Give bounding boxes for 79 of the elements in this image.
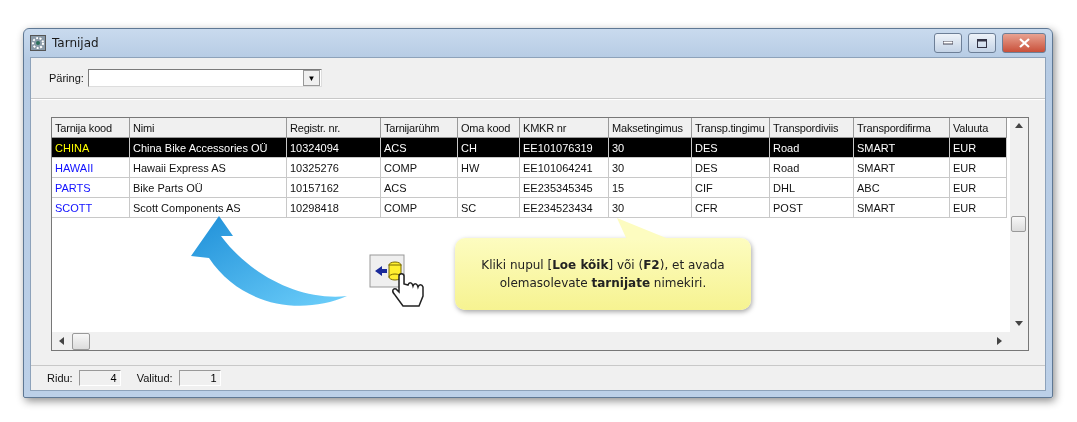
table-cell: 10325276 — [287, 158, 381, 178]
column-header[interactable]: Oma kood — [458, 118, 520, 138]
column-header[interactable]: Maksetingimus — [609, 118, 692, 138]
rows-count: 4 — [78, 370, 121, 386]
column-header[interactable]: Transpordiviis — [770, 118, 854, 138]
scroll-thumb[interactable] — [1011, 216, 1026, 232]
table-cell: Road — [770, 138, 854, 158]
selected-label: Valitud: — [136, 372, 173, 384]
table-cell: COMP — [381, 198, 458, 218]
column-header[interactable]: Nimi — [130, 118, 287, 138]
table-cell: EE234523434 — [520, 198, 609, 218]
table-cell: CIF — [692, 178, 770, 198]
column-header[interactable]: Registr. nr. — [287, 118, 381, 138]
table-cell: HW — [458, 158, 520, 178]
table-cell: CHINA — [52, 138, 130, 158]
hint-text: Kliki nupul [Loe kõik] või (F2), et avada olemasolevate tarnijate nimekiri. — [480, 257, 726, 292]
selected-count: 1 — [178, 370, 221, 386]
table-cell: PARTS — [52, 178, 130, 198]
scroll-up-icon[interactable] — [1015, 122, 1023, 130]
table-cell: 10157162 — [287, 178, 381, 198]
table-cell: ABC — [854, 178, 950, 198]
table-cell: CFR — [692, 198, 770, 218]
window-title: Tarnijad — [52, 36, 100, 50]
table-cell: EUR — [950, 158, 1007, 178]
close-icon — [1018, 38, 1030, 48]
column-header[interactable]: Transp.tingimu — [692, 118, 770, 138]
table-cell: 10324094 — [287, 138, 381, 158]
table-cell: SCOTT — [52, 198, 130, 218]
maximize-icon — [977, 38, 987, 48]
table-cell: DES — [692, 138, 770, 158]
table-cell: CH — [458, 138, 520, 158]
table-cell: ACS — [381, 138, 458, 158]
maximize-button[interactable] — [968, 33, 996, 53]
scroll-down-icon[interactable] — [1015, 320, 1023, 328]
table-cell: EUR — [950, 198, 1007, 218]
table-cell: SMART — [854, 198, 950, 218]
column-header[interactable]: Transpordifirma — [854, 118, 950, 138]
table-cell: Road — [770, 158, 854, 178]
table-cell: EUR — [950, 138, 1007, 158]
gear-icon — [30, 35, 46, 51]
scroll-right-icon[interactable] — [996, 337, 1004, 345]
table-cell: SC — [458, 198, 520, 218]
table-cell: DES — [692, 158, 770, 178]
minimize-button[interactable] — [934, 33, 962, 53]
minimize-icon — [943, 41, 953, 45]
close-button[interactable] — [1002, 33, 1046, 53]
horizontal-scrollbar[interactable] — [52, 332, 1028, 350]
table-cell: 30 — [609, 198, 692, 218]
table-cell: DHL — [770, 178, 854, 198]
column-header[interactable]: Valuuta — [950, 118, 1007, 138]
table-cell: 15 — [609, 178, 692, 198]
table-cell: Scott Components AS — [130, 198, 287, 218]
table-cell: COMP — [381, 158, 458, 178]
query-label: Päring: — [49, 72, 84, 84]
callout-pointer — [617, 218, 671, 240]
column-header[interactable]: Tarnija kood — [52, 118, 130, 138]
table-cell: ACS — [381, 178, 458, 198]
table-cell: 10298418 — [287, 198, 381, 218]
table-cell: POST — [770, 198, 854, 218]
table-cell: SMART — [854, 138, 950, 158]
table-cell — [458, 178, 520, 198]
column-header[interactable]: KMKR nr — [520, 118, 609, 138]
table-cell: SMART — [854, 158, 950, 178]
table-cell: EE101076319 — [520, 138, 609, 158]
table-cell: Hawaii Express AS — [130, 158, 287, 178]
table-cell: EE235345345 — [520, 178, 609, 198]
table-cell: 30 — [609, 158, 692, 178]
scroll-thumb[interactable] — [72, 332, 90, 350]
rows-label: Ridu: — [47, 372, 73, 384]
table-cell: 30 — [609, 138, 692, 158]
vertical-scrollbar[interactable] — [1010, 118, 1028, 332]
scroll-left-icon[interactable] — [58, 337, 66, 345]
table-cell: EE101064241 — [520, 158, 609, 178]
table-cell: HAWAII — [52, 158, 130, 178]
query-dropdown[interactable]: ▼ — [87, 69, 322, 87]
table-cell: Bike Parts OÜ — [130, 178, 287, 198]
table-cell: EUR — [950, 178, 1007, 198]
column-header[interactable]: Tarnijarühm — [381, 118, 458, 138]
table-cell: China Bike Accessories OÜ — [130, 138, 287, 158]
